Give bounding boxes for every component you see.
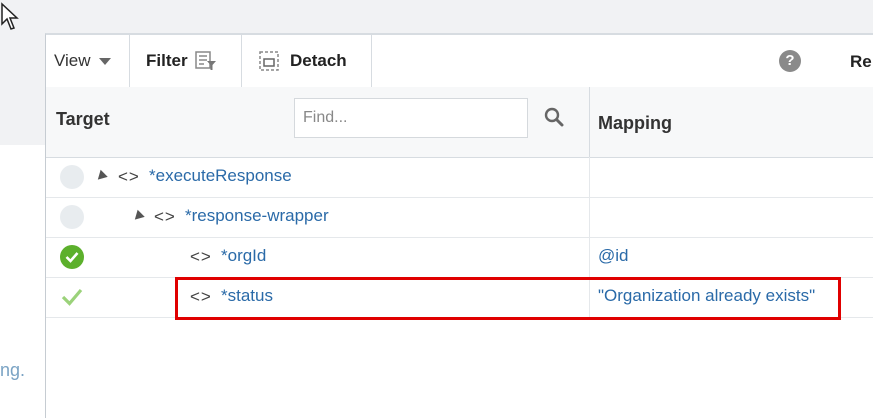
tree-row[interactable]: <> *response-wrapper bbox=[46, 197, 873, 238]
mapping-column-header: Mapping bbox=[598, 113, 672, 133]
target-column-header: Target bbox=[56, 109, 110, 129]
filter-button[interactable]: Filter bbox=[130, 35, 242, 87]
mouse-pointer-icon bbox=[1, 2, 19, 30]
expand-triangle-icon[interactable] bbox=[94, 169, 108, 184]
element-tag-icon: <> bbox=[154, 207, 176, 226]
tree-row[interactable]: <> *orgId @id bbox=[46, 237, 873, 278]
help-icon[interactable]: ? bbox=[779, 50, 801, 72]
view-menu-button[interactable]: View bbox=[46, 35, 130, 87]
mapping-value[interactable]: @id bbox=[598, 246, 629, 266]
top-background-strip bbox=[0, 0, 873, 33]
filter-icon bbox=[194, 51, 216, 70]
column-divider bbox=[589, 157, 590, 197]
column-divider bbox=[589, 237, 590, 277]
detach-button[interactable]: Detach bbox=[242, 35, 372, 87]
mapper-panel: View Filter Detach ? Re Target Find... M… bbox=[45, 33, 873, 418]
left-background-strip bbox=[0, 33, 45, 145]
find-input[interactable] bbox=[294, 98, 528, 138]
column-divider bbox=[589, 197, 590, 237]
node-label[interactable]: *response-wrapper bbox=[185, 206, 329, 226]
status-indicator bbox=[60, 285, 84, 309]
chevron-down-icon bbox=[98, 57, 111, 65]
detach-label: Detach bbox=[290, 51, 347, 70]
node-label[interactable]: *orgId bbox=[221, 246, 266, 266]
element-tag-icon: <> bbox=[118, 167, 140, 186]
toolbar: View Filter Detach ? Re bbox=[46, 35, 873, 88]
status-indicator bbox=[60, 245, 84, 269]
search-icon[interactable] bbox=[544, 107, 564, 127]
tree-row[interactable]: <> *executeResponse bbox=[46, 157, 873, 198]
column-divider bbox=[589, 87, 590, 157]
element-tag-icon: <> bbox=[190, 247, 212, 266]
truncated-text-fragment: ng. bbox=[0, 360, 26, 380]
node-label[interactable]: *executeResponse bbox=[149, 166, 292, 186]
expand-triangle-icon[interactable] bbox=[131, 209, 145, 224]
status-indicator bbox=[60, 205, 84, 229]
column-header: Target Mapping bbox=[46, 87, 873, 158]
unmapped-circle-icon bbox=[60, 205, 84, 229]
unmapped-circle-icon bbox=[60, 165, 84, 189]
checkmark-icon bbox=[61, 288, 83, 306]
detach-icon bbox=[259, 51, 279, 71]
truncated-toolbar-button[interactable]: Re bbox=[850, 52, 872, 72]
highlight-box bbox=[175, 277, 841, 320]
status-indicator bbox=[60, 165, 84, 189]
view-label: View bbox=[54, 51, 91, 70]
filter-label: Filter bbox=[146, 51, 188, 70]
mapped-check-circle-icon bbox=[60, 245, 84, 269]
